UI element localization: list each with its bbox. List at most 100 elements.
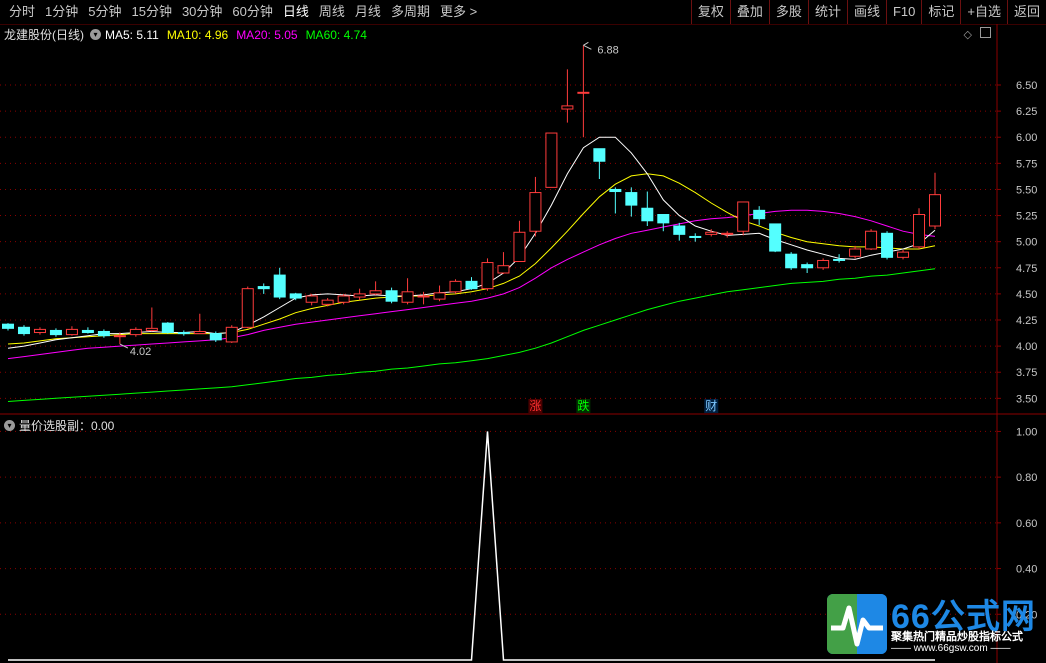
main-tick-label-7: 5.25 [1016,211,1037,223]
candle-body-52 [833,258,846,261]
candle-body-29 [465,280,478,290]
ma-legend-item-0: MA5: 5.11 [105,27,159,42]
candle-body-50 [801,264,814,269]
sub-tick-label-2: 0.60 [1016,518,1037,530]
candle-body-34 [545,132,558,188]
event-marker-2: 财 [705,399,717,413]
candle-body-18 [289,293,302,299]
main-tick-label-8: 5.50 [1016,184,1037,196]
main-tick-label-1: 3.75 [1016,367,1037,379]
candle-body-37 [593,148,606,162]
period-tab-6[interactable]: 日线 [278,0,314,24]
ma-legend-item-1: MA10: 4.96 [166,27,229,42]
candle-body-8 [129,328,142,336]
watermark-tagline: 聚集热门精品炒股指标公式 [891,631,1023,643]
action-button-2[interactable]: 多股 [768,0,808,24]
candle-body-45 [721,232,734,235]
candle-body-6 [97,330,110,337]
candle-body-4 [65,328,78,336]
candle-body-57 [913,214,926,248]
candle-body-26 [417,295,430,298]
period-tab-3[interactable]: 15分钟 [126,0,176,24]
ma-legend: MA5: 5.11 MA10: 4.96 MA20: 5.05 MA60: 4.74 [105,28,367,42]
main-tick-label-10: 6.00 [1016,132,1037,144]
action-button-1[interactable]: 叠加 [729,0,769,24]
action-button-8[interactable]: 返回 [1006,0,1046,24]
period-tab-4[interactable]: 30分钟 [177,0,227,24]
candle-body-12 [193,330,206,335]
period-tab-2[interactable]: 5分钟 [83,0,126,24]
main-tick-label-2: 4.00 [1016,341,1037,353]
candle-body-7 [113,335,126,338]
candle-body-35 [561,105,574,110]
candle-body-40 [641,207,654,222]
watermark-logo: 66公式网 聚集热门精品炒股指标公式 —— www.66gsw.com —— [827,591,1045,661]
main-tick-label-4: 4.50 [1016,289,1037,301]
candle-body-13 [209,333,222,341]
action-button-3[interactable]: 统计 [807,0,847,24]
candle-body-48 [769,223,782,252]
sub-panel-header: ▾ 量价选股副：0.00 [4,417,114,434]
period-tab-8[interactable]: 月线 [350,0,386,24]
main-tick-label-9: 5.75 [1016,158,1037,170]
sub-tick-label-4: 1.00 [1016,426,1037,438]
candle-body-5 [81,329,94,334]
main-tick-label-5: 4.75 [1016,263,1037,275]
sub-indicator-title: 量价选股副：0.00 [19,419,115,433]
action-button-0[interactable]: 复权 [690,0,730,24]
candle-body-54 [865,230,878,250]
candle-body-10 [161,322,174,334]
candle-body-49 [785,253,798,269]
diamond-icon[interactable]: ◇ [963,29,971,41]
candle-body-1 [17,326,30,335]
action-button-4[interactable]: 画线 [846,0,886,24]
candle-body-38 [609,188,622,193]
main-tick-label-6: 5.00 [1016,237,1037,249]
candle-body-24 [385,290,398,302]
main-tick-label-11: 6.25 [1016,106,1037,118]
candle-body-47 [753,209,766,220]
candle-body-51 [817,259,830,269]
window-icon[interactable] [980,27,991,38]
period-tab-1[interactable]: 1分钟 [40,0,83,24]
period-toolbar: 分时 1分钟 5分钟 15分钟 30分钟 60分钟 日线 周线 月线 多周期 更多 > 复权 叠加 多股… [0,0,1046,25]
candle-body-43 [689,235,702,238]
candle-body-42 [673,225,686,235]
candle-body-21 [337,295,350,303]
stock-title: 龙建股份(日线) [4,28,84,42]
period-tab-5[interactable]: 60分钟 [227,0,277,24]
settings-circle-icon[interactable]: ▾ [90,29,101,40]
action-button-7[interactable]: +自选 [960,0,1007,24]
candle-body-20 [321,299,334,305]
settings-circle-icon[interactable]: ▾ [4,420,15,431]
candle-body-0 [2,323,14,329]
candle-body-16 [257,286,270,290]
action-button-6[interactable]: 标记 [921,0,960,24]
candle-body-23 [369,290,382,295]
candle-body-19 [305,295,318,303]
ma5-line [7,136,936,349]
event-marker-0: 涨 [529,398,541,413]
low-price-label: 4.02 [130,346,151,358]
sub-tick-label-3: 0.80 [1016,472,1037,484]
period-tab-9[interactable]: 多周期 [386,0,435,24]
main-tick-label-0: 3.50 [1016,393,1037,405]
pulse-logo-icon [827,594,887,654]
sub-indicator-line [8,431,935,661]
candle-body-15 [241,288,254,328]
panel-corner-icons: ◇ [963,27,991,41]
candle-body-3 [49,329,62,336]
period-tab-10[interactable]: 更多 > [435,0,482,24]
candle-body-46 [737,201,750,232]
kline-chart[interactable]: 3.50 3.75 4.00 4.25 4.50 4.75 5.00 5.25 5.50 5.75… [0,24,1046,663]
candle-body-33 [529,192,542,232]
period-tab-0[interactable]: 分时 [4,0,40,24]
candle-body-56 [897,251,910,258]
candle-body-31 [497,265,510,274]
candle-body-44 [705,231,718,235]
period-tab-7[interactable]: 周线 [314,0,350,24]
action-button-5[interactable]: F10 [885,0,921,24]
ma-legend-item-2: MA20: 5.05 [236,27,298,42]
period-tabs: 分时 1分钟 5分钟 15分钟 30分钟 60分钟 日线 周线 月线 多周期 更多 > [4,0,482,24]
candle-body-36 [577,91,590,94]
